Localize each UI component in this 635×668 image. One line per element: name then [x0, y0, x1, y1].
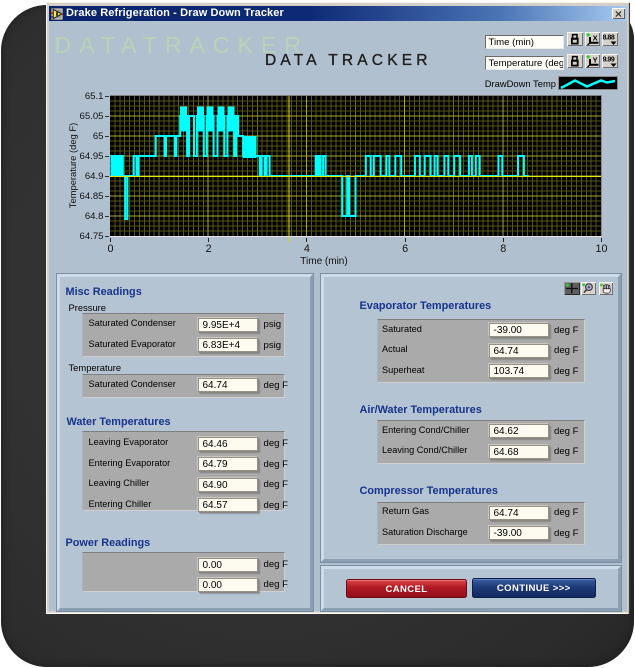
svg-text:8.88: 8.88 [603, 34, 615, 41]
svg-text:X: X [592, 33, 597, 42]
svg-text:9.99: 9.99 [603, 56, 615, 63]
svg-text:Y: Y [592, 55, 597, 64]
